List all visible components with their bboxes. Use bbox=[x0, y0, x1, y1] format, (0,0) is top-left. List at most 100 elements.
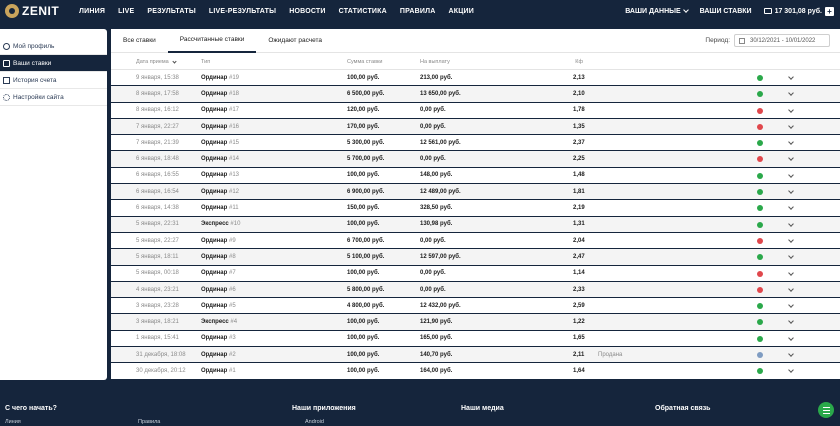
bet-coef: 2,25 bbox=[573, 156, 585, 163]
table-row[interactable]: 3 января, 23:28 Ординар #5 4 800,00 руб. 12… bbox=[111, 298, 840, 315]
nav-promo[interactable]: АКЦИИ bbox=[448, 8, 474, 15]
bet-date: 3 января, 18:21 bbox=[136, 319, 179, 326]
status-win-icon bbox=[757, 140, 763, 147]
chevron-down-icon[interactable] bbox=[788, 351, 794, 357]
balance[interactable]: 17 301,08 руб. + bbox=[763, 6, 834, 16]
bet-date: 1 января, 15:41 bbox=[136, 335, 179, 342]
footer-link-android[interactable]: Android bbox=[305, 419, 324, 425]
chevron-down-icon[interactable] bbox=[788, 123, 794, 129]
chevron-down-icon[interactable] bbox=[788, 253, 794, 260]
header-payout: На выплату bbox=[420, 59, 450, 65]
chevron-down-icon[interactable] bbox=[788, 269, 794, 276]
sidebar-item-label: Ваши ставки bbox=[13, 59, 52, 67]
chevron-down-icon[interactable] bbox=[788, 106, 794, 113]
bet-amount: 6 900,00 руб. bbox=[347, 188, 385, 195]
bet-payout: 148,00 руб. bbox=[420, 172, 453, 179]
chevron-down-icon[interactable] bbox=[788, 286, 794, 292]
table-row[interactable]: 8 января, 16:12 Ординар #17 120,00 руб. 0,0… bbox=[111, 103, 840, 119]
bet-coef: 1,48 bbox=[573, 172, 585, 179]
table-row[interactable]: 1 января, 15:41 Ординар #3 100,00 руб. 165,… bbox=[111, 331, 840, 348]
bet-type: Ординар #18 bbox=[201, 90, 239, 97]
tab-pending-bets[interactable]: Ожидают расчета bbox=[256, 29, 334, 53]
nav-line[interactable]: ЛИНИЯ bbox=[79, 8, 105, 15]
bet-date: 6 января, 14:38 bbox=[136, 205, 179, 212]
chevron-down-icon[interactable] bbox=[788, 334, 794, 341]
header-type: Тип bbox=[201, 59, 211, 65]
header-coef: Кф bbox=[575, 59, 583, 65]
table-row[interactable]: 7 января, 22:27 Ординар #16 170,00 руб. 0,0… bbox=[111, 118, 840, 136]
my-data-dropdown[interactable]: ВАШИ ДАННЫЕ bbox=[625, 7, 689, 15]
status-sold-icon bbox=[757, 352, 763, 359]
nav-statistics[interactable]: СТАТИСТИКА bbox=[339, 8, 387, 15]
chevron-down-icon[interactable] bbox=[788, 90, 794, 97]
bet-date: 8 января, 17:58 bbox=[136, 90, 179, 97]
chevron-down-icon[interactable] bbox=[788, 220, 794, 227]
nav-rules[interactable]: ПРАВИЛА bbox=[400, 8, 436, 15]
table-row[interactable]: 9 января, 15:38 Ординар #19 100,00 руб. 213… bbox=[111, 70, 840, 87]
logo[interactable]: ZENIT bbox=[5, 4, 69, 18]
bet-amount: 5 800,00 руб. bbox=[347, 286, 385, 293]
sidebar-item-settings[interactable]: Настройки сайта bbox=[0, 89, 107, 106]
chevron-down-icon[interactable] bbox=[788, 204, 794, 211]
chevron-down-icon[interactable] bbox=[788, 318, 794, 325]
bet-amount: 100,00 руб. bbox=[347, 335, 380, 342]
table-row[interactable]: 30 декабря, 20:12 Ординар #1 100,00 руб. 16… bbox=[111, 363, 840, 380]
bet-amount: 5 700,00 руб. bbox=[347, 156, 385, 163]
tab-all-bets[interactable]: Все ставки bbox=[111, 29, 168, 53]
table-row[interactable]: 5 января, 22:27 Ординар #9 6 700,00 руб. 0,… bbox=[111, 233, 840, 250]
chevron-down-icon[interactable] bbox=[788, 367, 794, 374]
sidebar-item-history[interactable]: История счета bbox=[0, 72, 107, 89]
bet-date: 31 декабря, 18:08 bbox=[136, 351, 186, 358]
chevron-down-icon[interactable] bbox=[788, 302, 794, 308]
chevron-down-icon[interactable] bbox=[788, 188, 794, 194]
table-row[interactable]: 5 января, 22:31 Экспресс #10 100,00 руб. 13… bbox=[111, 216, 840, 233]
table-row[interactable]: 3 января, 18:21 Экспресс #4 100,00 руб. 121… bbox=[111, 314, 840, 331]
bet-type: Ординар #13 bbox=[201, 172, 239, 179]
chevron-down-icon[interactable] bbox=[788, 237, 794, 243]
table-row[interactable]: 6 января, 16:54 Ординар #12 6 900,00 руб. 1… bbox=[111, 184, 840, 201]
sidebar-item-label: Мой профиль bbox=[13, 42, 55, 50]
table-row[interactable]: 7 января, 21:39 Ординар #15 5 300,00 руб. 1… bbox=[111, 135, 840, 152]
sidebar-item-profile[interactable]: Мой профиль bbox=[0, 38, 107, 55]
chevron-down-icon[interactable] bbox=[788, 155, 794, 162]
plus-icon[interactable]: + bbox=[825, 6, 834, 16]
status-lose-icon bbox=[757, 286, 763, 293]
footer-link-line[interactable]: Линия bbox=[5, 419, 21, 425]
period-filter: Период: 30/12/2021 - 10/01/2022 bbox=[705, 34, 830, 47]
bet-amount: 100,00 руб. bbox=[347, 319, 380, 326]
period-input[interactable]: 30/12/2021 - 10/01/2022 bbox=[734, 34, 830, 47]
footer-link-rules[interactable]: Правила bbox=[138, 419, 160, 425]
chevron-down-icon[interactable] bbox=[788, 74, 794, 80]
chevron-down-icon[interactable] bbox=[788, 139, 794, 146]
tab-settled-bets[interactable]: Рассчитанные ставки bbox=[167, 29, 257, 53]
chevron-down-icon[interactable] bbox=[788, 171, 794, 178]
table-row[interactable]: 31 декабря, 18:08 Ординар #2 100,00 руб. 14… bbox=[111, 347, 840, 364]
table-row[interactable]: 6 января, 18:48 Ординар #14 5 700,00 руб. 0… bbox=[111, 151, 840, 168]
bet-payout: 12 432,00 руб. bbox=[420, 302, 461, 309]
bet-coef: 1,31 bbox=[573, 221, 585, 228]
bet-date: 5 января, 18:11 bbox=[136, 253, 179, 260]
sidebar-item-bets[interactable]: Ваши ставки bbox=[0, 55, 107, 72]
bet-payout: 0,00 руб. bbox=[420, 286, 446, 293]
nav-results[interactable]: РЕЗУЛЬТАТЫ bbox=[147, 8, 195, 15]
header-date[interactable]: Дата приема bbox=[136, 59, 177, 65]
my-bets-link[interactable]: ВАШИ СТАВКИ bbox=[700, 8, 752, 15]
tabs: Все ставки Рассчитанные ставки Ожидают р… bbox=[111, 29, 840, 53]
table-row[interactable]: 4 января, 23:21 Ординар #6 5 800,00 руб. 0,… bbox=[111, 281, 840, 299]
bet-coef: 2,19 bbox=[573, 205, 585, 212]
nav-news[interactable]: НОВОСТИ bbox=[289, 8, 325, 15]
table-row[interactable]: 6 января, 14:38 Ординар #11 150,00 руб. 328… bbox=[111, 200, 840, 217]
table-row[interactable]: 8 января, 17:58 Ординар #18 6 500,00 руб. 1… bbox=[111, 86, 840, 103]
bet-coef: 1,35 bbox=[573, 123, 585, 130]
status-win-icon bbox=[757, 221, 763, 228]
bet-type: Экспресс #10 bbox=[201, 221, 241, 228]
nav-live-results[interactable]: LIVE-РЕЗУЛЬТАТЫ bbox=[209, 8, 276, 15]
nav-live[interactable]: LIVE bbox=[118, 8, 134, 15]
table-row[interactable]: 5 января, 00:18 Ординар #7 100,00 руб. 0,00… bbox=[111, 266, 840, 282]
my-data-label: ВАШИ ДАННЫЕ bbox=[625, 7, 681, 15]
table-row[interactable]: 6 января, 16:55 Ординар #13 100,00 руб. 148… bbox=[111, 168, 840, 185]
bet-amount: 100,00 руб. bbox=[347, 270, 380, 277]
table-row[interactable]: 5 января, 18:11 Ординар #8 5 100,00 руб. 12… bbox=[111, 249, 840, 266]
bet-payout: 0,00 руб. bbox=[420, 156, 446, 163]
chat-button[interactable] bbox=[818, 402, 834, 418]
